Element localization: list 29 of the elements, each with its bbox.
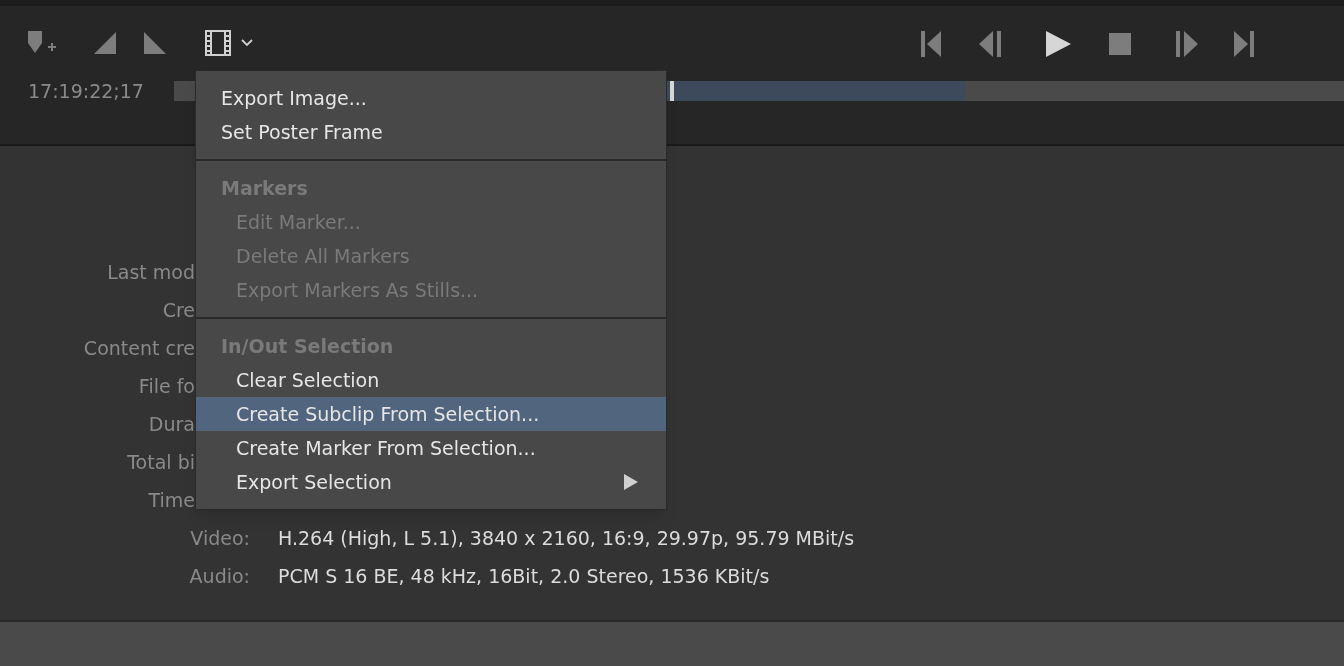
playhead[interactable]	[670, 81, 675, 101]
triangle-icon[interactable]	[94, 32, 116, 54]
field-label: Last mod	[106, 259, 195, 285]
field-label: Content cre	[82, 335, 195, 361]
chevron-down-icon	[241, 39, 253, 47]
menu-item[interactable]: Export Image...	[196, 81, 666, 115]
menu-item[interactable]: Set Poster Frame	[196, 115, 666, 149]
field-label: Dura	[147, 411, 195, 437]
menu-item[interactable]: Export Selection	[196, 465, 666, 499]
step-forward-icon[interactable]	[1176, 31, 1198, 57]
field-label: File fo	[137, 373, 195, 399]
film-icon	[205, 30, 231, 56]
film-menu-button[interactable]	[205, 30, 253, 56]
play-icon[interactable]	[1046, 31, 1071, 57]
field-label: Cre	[161, 297, 195, 323]
triangle-icon[interactable]	[144, 32, 166, 54]
field-label: Video:	[189, 525, 250, 551]
step-back-icon[interactable]	[979, 31, 1001, 57]
menu-item[interactable]: Create Marker From Selection...	[196, 431, 666, 465]
timecode: 17:19:22;17	[28, 78, 145, 104]
skip-to-end-icon[interactable]	[1234, 31, 1254, 57]
field-value: H.264 (High, L 5.1), 3840 x 2160, 16:9, 29.97p, 95.79 MBit/s	[278, 525, 855, 551]
field-label: Time	[147, 487, 195, 513]
skip-to-start-icon[interactable]	[921, 31, 941, 57]
menu-item[interactable]: Create Subclip From Selection...	[196, 397, 666, 431]
field-label: Audio:	[188, 563, 250, 589]
field-label: Total bi	[126, 449, 195, 475]
menu-item[interactable]: Clear Selection	[196, 363, 666, 397]
field-value: PCM S 16 BE, 48 kHz, 16Bit, 2.0 Stereo, 1536 KBit/s	[278, 563, 770, 589]
